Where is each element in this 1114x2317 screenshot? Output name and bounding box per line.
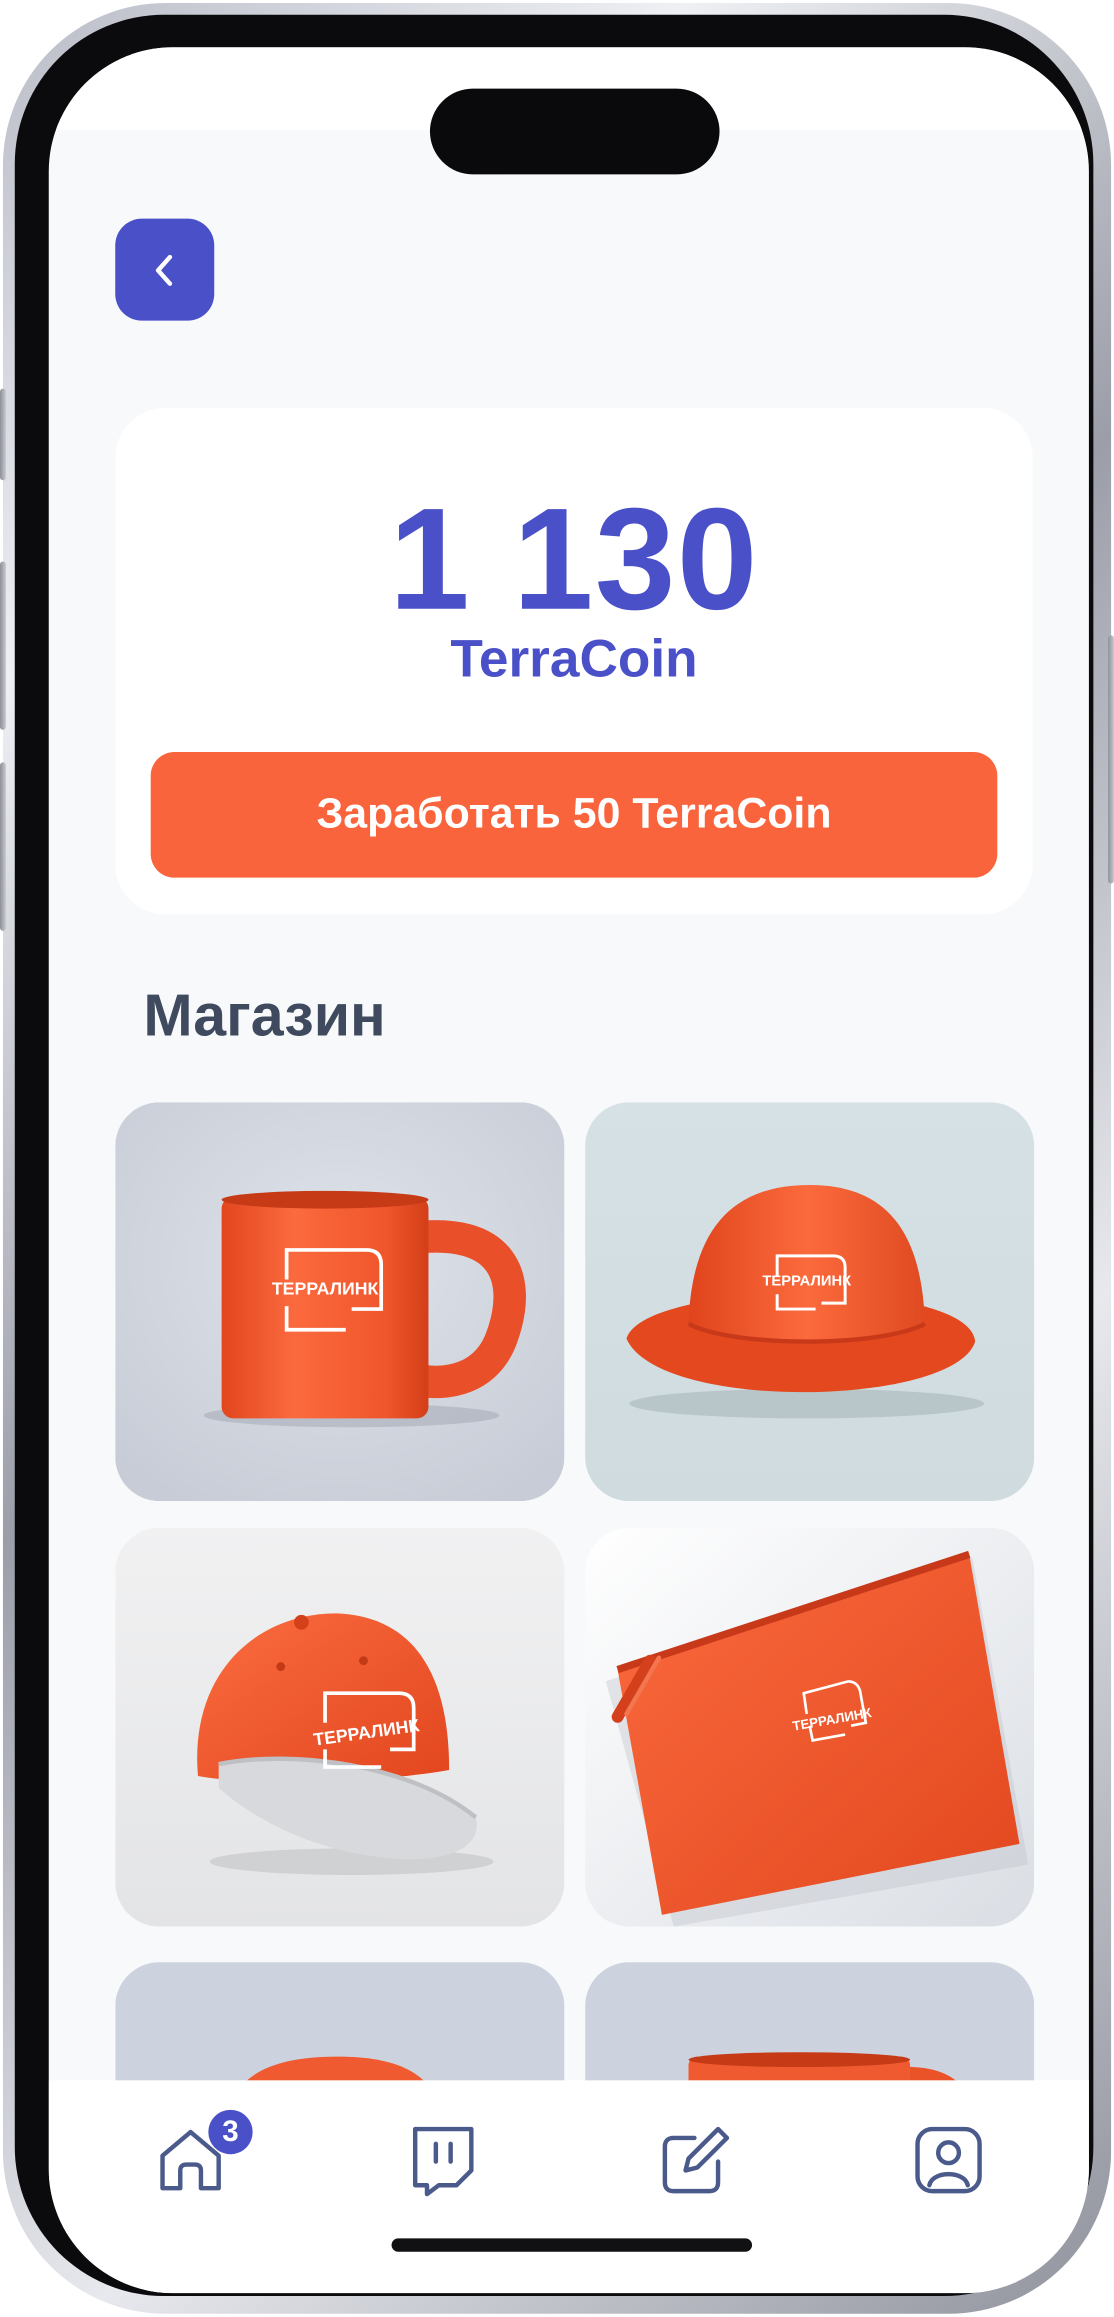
edit-icon	[662, 2126, 730, 2194]
cap-image: ТЕРРАЛИНК	[115, 1527, 565, 1927]
product-card-mug[interactable]: ТЕРРАЛИНК	[115, 1102, 565, 1502]
product-card-cap[interactable]: ТЕРРАЛИНК	[115, 1527, 565, 1927]
dynamic-island	[429, 88, 720, 175]
product-card-pouch[interactable]: ТЕРРАЛИНК	[585, 1527, 1035, 1927]
tab-edit[interactable]	[652, 2116, 741, 2205]
home-indicator[interactable]	[391, 2238, 753, 2252]
tab-chat[interactable]	[399, 2116, 488, 2205]
balance-currency: TerraCoin	[450, 627, 698, 689]
svg-text:ТЕРРАЛИНК: ТЕРРАЛИНК	[272, 1278, 379, 1298]
action-button	[0, 388, 6, 481]
product-card-bucket-hat[interactable]: ТЕРРАЛИНК	[585, 1102, 1035, 1502]
volume-down-button	[0, 762, 6, 931]
profile-icon	[915, 2126, 982, 2194]
mug-image: ТЕРРАЛИНК	[115, 1102, 565, 1502]
power-button	[1108, 635, 1114, 884]
home-notification-badge: 3	[208, 2109, 253, 2155]
shop-title: Магазин	[143, 984, 386, 1050]
back-button[interactable]	[115, 218, 215, 321]
device-stage: 1 130 TerraCoin Заработать 50 TerraCoin …	[0, 0, 1114, 2317]
chevron-left-icon	[155, 254, 172, 286]
volume-up-button	[0, 561, 6, 730]
pouch-image: ТЕРРАЛИНК	[585, 1527, 1035, 1927]
app-screen: 1 130 TerraCoin Заработать 50 TerraCoin …	[48, 47, 1089, 2294]
svg-text:ТЕРРАЛИНК: ТЕРРАЛИНК	[762, 1273, 852, 1289]
tab-profile[interactable]	[904, 2116, 993, 2205]
balance-amount: 1 130	[389, 477, 759, 640]
chat-icon	[412, 2126, 474, 2197]
earn-coins-button[interactable]: Заработать 50 TerraCoin	[150, 752, 998, 878]
balance-card: 1 130 TerraCoin Заработать 50 TerraCoin	[115, 407, 1033, 915]
bottom-tab-bar: 3	[48, 2080, 1089, 2294]
bucket-hat-image: ТЕРРАЛИНК	[585, 1102, 1035, 1502]
phone-bezel: 1 130 TerraCoin Заработать 50 TerraCoin …	[14, 14, 1094, 2297]
